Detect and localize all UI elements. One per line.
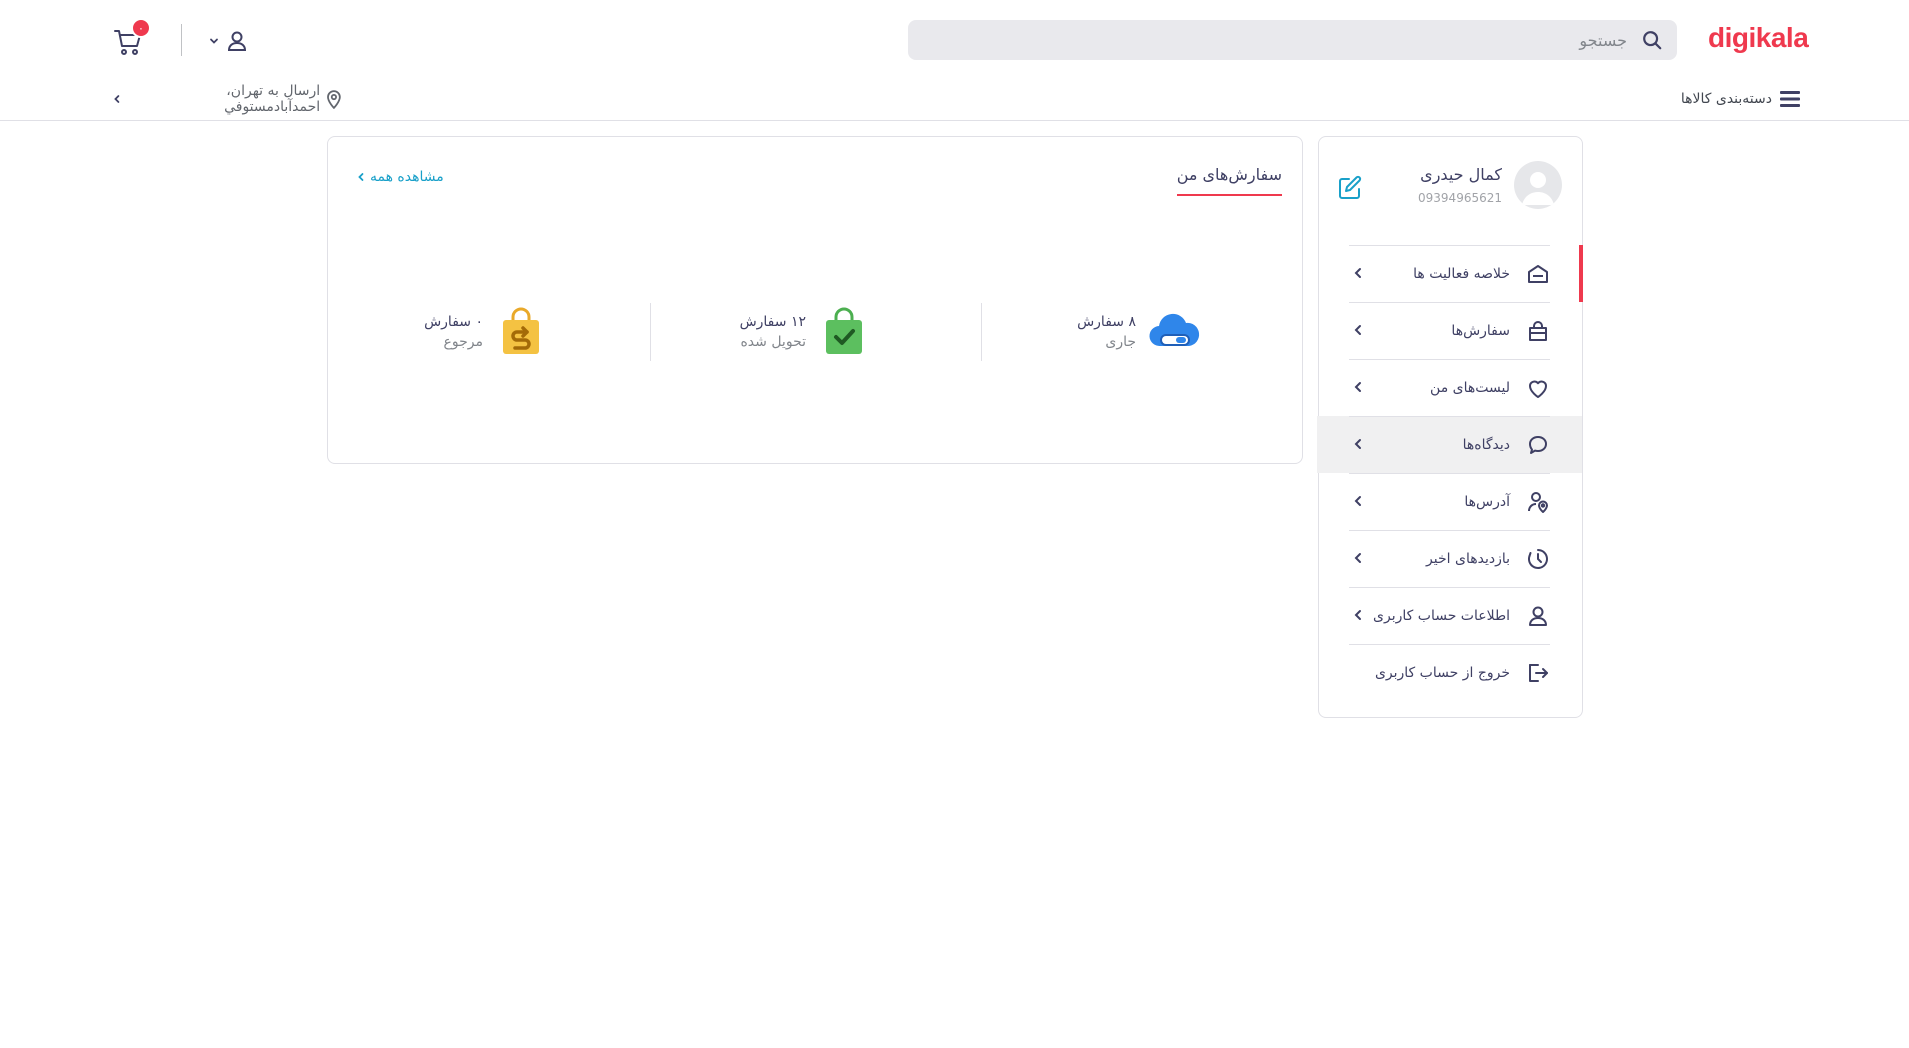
logout-icon: [1526, 661, 1550, 685]
profile-summary: کمال حیدری 09394965621: [1337, 161, 1562, 211]
chevron-left-icon: [1354, 553, 1361, 563]
menu-divider: [1349, 302, 1550, 303]
order-stats: ۸ سفارش جاری ۱۲ سفارش تحویل شده ۰ سفارش …: [326, 302, 1302, 362]
sidebar-item-account-info[interactable]: اطلاعات حساب کاربری: [1317, 587, 1582, 644]
sidebar-item-label: خروج از حساب کاربری: [1374, 664, 1510, 681]
order-status-label: مرجوع: [443, 334, 483, 350]
delivered-bag-icon: [816, 304, 872, 360]
hamburger-icon: [1780, 91, 1800, 107]
location-pin-icon: [327, 90, 341, 109]
user-name: کمال حیدری: [1420, 165, 1502, 184]
sidebar-item-addresses[interactable]: آدرس‌ها: [1317, 473, 1582, 530]
order-count: ۰ سفارش: [424, 314, 483, 330]
header: digikala ۰ دسته‌بندی کالاها ارسال به تهر…: [0, 0, 1909, 121]
profile-sidebar: کمال حیدری 09394965621 خلاصه فعالیت ها س…: [1317, 136, 1583, 718]
header-divider: [181, 24, 182, 56]
order-stat-delivered[interactable]: ۱۲ سفارش تحویل شده: [740, 302, 872, 362]
location-label: ارسال به تهران، احمدآبادمستوفي: [224, 83, 321, 115]
heart-icon: [1526, 376, 1550, 400]
returned-bag-icon: [493, 304, 549, 360]
chevron-left-icon: [1354, 325, 1361, 335]
orders-title: سفارش‌های من: [1176, 165, 1282, 196]
sidebar-item-label: بازدیدهای اخیر: [1426, 550, 1510, 567]
processing-cloud-icon: [1146, 304, 1202, 360]
user-menu-button[interactable]: [209, 28, 253, 54]
order-stat-current[interactable]: ۸ سفارش جاری: [1077, 302, 1202, 362]
order-status-label: جاری: [1105, 334, 1136, 350]
search-input[interactable]: [927, 30, 1627, 50]
sidebar-item-label: خلاصه فعالیت ها: [1413, 265, 1510, 282]
menu-divider: [1349, 473, 1550, 474]
sidebar-item-label: آدرس‌ها: [1464, 493, 1510, 510]
home-icon: [1526, 262, 1550, 286]
sidebar-item-my-lists[interactable]: لیست‌های من: [1317, 359, 1582, 416]
location-icon: [1526, 490, 1550, 514]
stat-divider: [650, 303, 651, 361]
menu-divider: [1349, 644, 1550, 645]
edit-profile-button[interactable]: [1337, 175, 1363, 201]
user-icon: [1526, 604, 1550, 628]
chevron-down-icon: [210, 38, 218, 44]
categories-label: دسته‌بندی کالاها: [1680, 91, 1772, 107]
chevron-left-icon: [1354, 382, 1361, 392]
menu-divider: [1349, 587, 1550, 588]
order-count: ۸ سفارش: [1077, 314, 1136, 330]
bag-icon: [1526, 319, 1550, 343]
menu-divider: [1349, 530, 1550, 531]
menu-divider: [1349, 359, 1550, 360]
user-icon: [227, 31, 247, 51]
stat-divider: [981, 303, 982, 361]
search-icon[interactable]: [1641, 29, 1663, 51]
sidebar-menu: خلاصه فعالیت ها سفارش‌ها لیست‌های من: [1317, 245, 1583, 701]
edit-icon: [1339, 175, 1362, 199]
sidebar-item-label: لیست‌های من: [1430, 379, 1510, 396]
chevron-left-icon: [114, 95, 120, 103]
search-bar[interactable]: [908, 20, 1677, 60]
comment-icon: [1526, 433, 1550, 457]
chevron-left-icon: [1354, 268, 1361, 278]
sidebar-item-recent-views[interactable]: بازدیدهای اخیر: [1317, 530, 1582, 587]
order-stat-returned[interactable]: ۰ سفارش مرجوع: [424, 302, 549, 362]
categories-menu[interactable]: دسته‌بندی کالاها: [1660, 86, 1800, 112]
my-orders-card: سفارش‌های من مشاهده همه ۸ سفارش جاری: [327, 136, 1303, 464]
chevron-left-icon: [358, 173, 364, 181]
sidebar-item-comments[interactable]: دیدگاه‌ها: [1317, 416, 1582, 473]
sidebar-item-activity-summary[interactable]: خلاصه فعالیت ها: [1317, 245, 1583, 302]
chevron-left-icon: [1354, 496, 1361, 506]
avatar: [1514, 161, 1562, 209]
sidebar-item-label: سفارش‌ها: [1451, 322, 1510, 339]
order-count: ۱۲ سفارش: [739, 314, 806, 330]
sidebar-item-label: دیدگاه‌ها: [1462, 436, 1510, 453]
order-status-label: تحویل شده: [740, 334, 806, 350]
see-all-link[interactable]: مشاهده همه: [356, 169, 444, 185]
clock-icon: [1526, 547, 1550, 571]
sidebar-item-logout[interactable]: خروج از حساب کاربری: [1317, 644, 1582, 701]
user-phone: 09394965621: [1418, 191, 1502, 205]
cart-count-badge: ۰: [131, 18, 151, 38]
chevron-left-icon: [1354, 610, 1361, 620]
menu-divider: [1349, 416, 1550, 417]
menu-divider: [1349, 245, 1550, 246]
see-all-label: مشاهده همه: [370, 169, 444, 185]
digikala-logo[interactable]: digikala: [1708, 22, 1809, 54]
sidebar-item-orders[interactable]: سفارش‌ها: [1317, 302, 1582, 359]
delivery-location[interactable]: ارسال به تهران، احمدآبادمستوفي: [112, 83, 342, 115]
chevron-left-icon: [1354, 439, 1361, 449]
sidebar-item-label: اطلاعات حساب کاربری: [1373, 607, 1510, 624]
